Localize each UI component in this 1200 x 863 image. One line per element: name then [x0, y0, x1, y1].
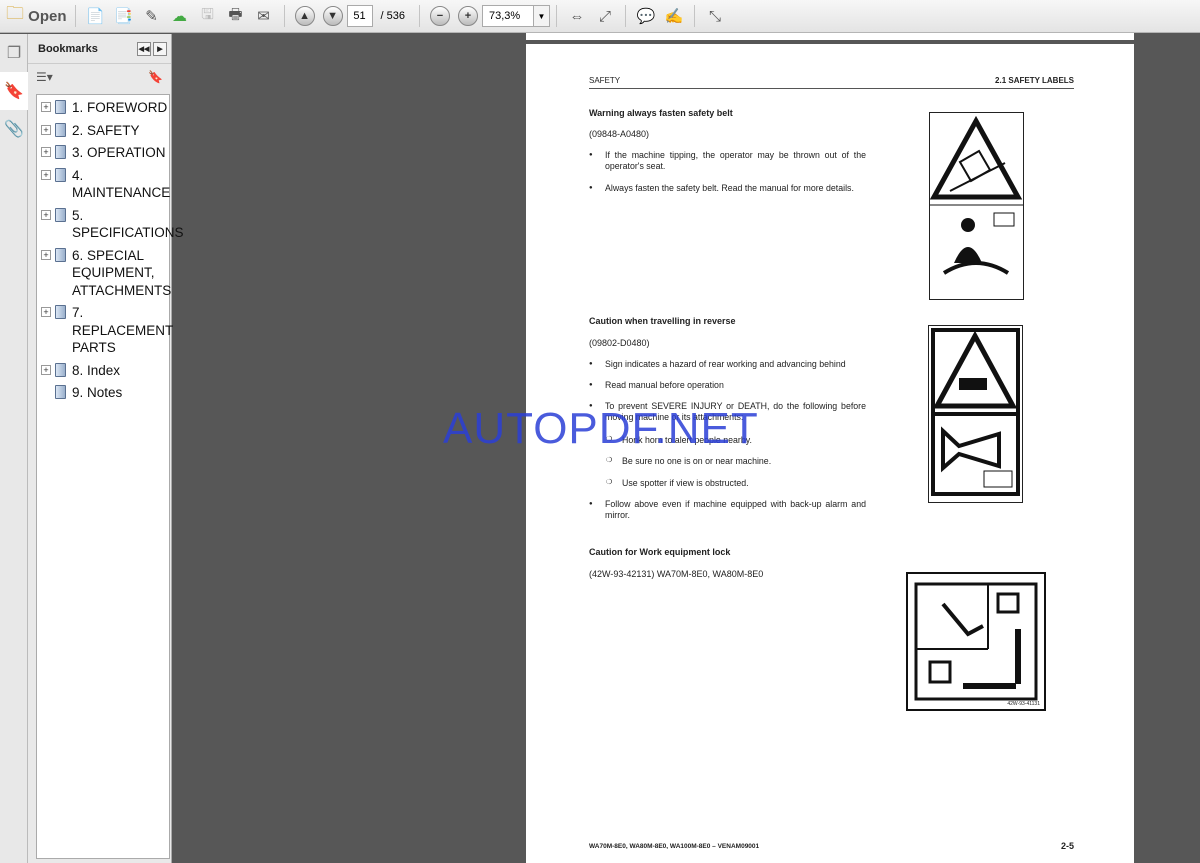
- section-title: Caution when travelling in reverse: [589, 316, 736, 326]
- upload-cloud-icon[interactable]: ☁: [168, 3, 192, 29]
- attachment-icon[interactable]: 📎: [0, 110, 28, 148]
- bookmark-icon: [55, 145, 66, 159]
- bookmark-label: 4. MAINTENANCE: [72, 167, 171, 201]
- previous-page-edge: [526, 33, 1134, 40]
- bookmark-item[interactable]: 9. Notes: [37, 384, 169, 402]
- zoom-out-button[interactable]: −: [428, 3, 452, 29]
- print-icon[interactable]: 🖶: [224, 3, 248, 29]
- minus-icon: −: [429, 6, 450, 26]
- sub-bullet: Use spotter if view is obstructed.: [606, 478, 749, 488]
- bullet: Always fasten the safety belt. Read the …: [589, 183, 866, 194]
- label-code: (09848-A0480): [589, 129, 650, 139]
- zoom-in-button[interactable]: +: [456, 3, 480, 29]
- expand-panel-icon[interactable]: ▶: [153, 41, 167, 56]
- open-button[interactable]: 🗀 Open: [6, 3, 67, 29]
- bookmark-tree: +1. FOREWORD +2. SAFETY +3. OPERATION +4. M…: [36, 94, 184, 859]
- footer-model: WA70M-8E0, WA80M-8E0, WA100M-8E0 – VENAM…: [589, 843, 760, 850]
- email-icon[interactable]: ✉: [252, 3, 276, 29]
- combine-icon[interactable]: 📑: [112, 3, 136, 29]
- arrow-up-icon: ▲: [294, 6, 315, 26]
- reverse-travel-safety-label: [928, 325, 1023, 503]
- bookmark-label: 6. SPECIAL EQUIPMENT, ATTACHMENTS: [72, 247, 172, 298]
- comment-icon[interactable]: 💬: [634, 3, 658, 29]
- pages-icon[interactable]: ❐: [0, 34, 28, 72]
- section-title: Warning always fasten safety belt: [589, 108, 733, 118]
- expand-icon[interactable]: +: [41, 364, 51, 375]
- bullet: Follow above even if machine equipped wi…: [589, 499, 866, 521]
- bookmark-label: 8. Index: [72, 362, 121, 378]
- page-total: / 536: [380, 10, 405, 22]
- bookmark-label: 2. SAFETY: [72, 122, 140, 138]
- zoom-input[interactable]: 73,3%: [481, 5, 534, 27]
- expand-icon: [41, 387, 51, 397]
- expand-icon[interactable]: +: [41, 124, 51, 135]
- bookmark-icon: [55, 385, 66, 399]
- work-equipment-lock-label: 42W-93-41131: [906, 572, 1046, 711]
- bookmark-icon: [55, 207, 66, 222]
- label-part-code: 42W-93-41131: [1007, 701, 1040, 707]
- bookmark-item[interactable]: +8. Index: [37, 362, 169, 380]
- bookmark-icon: [55, 100, 66, 114]
- page-header: SAFETY 2.1 SAFETY LABELS: [589, 76, 1074, 89]
- plus-icon: +: [457, 6, 478, 26]
- bookmark-label: 3. OPERATION: [72, 145, 166, 160]
- navigation-pane: ❐ 🔖 📎: [0, 34, 28, 863]
- collapse-panel-icon[interactable]: ◀◀: [137, 41, 151, 56]
- bookmark-label: 5. SPECIFICATIONS: [72, 207, 184, 241]
- fit-width-icon[interactable]: ⇔: [565, 3, 589, 29]
- bookmark-item[interactable]: +3. OPERATION: [37, 144, 169, 162]
- expand-icon[interactable]: +: [41, 102, 51, 112]
- section-title: Caution for Work equipment lock: [589, 547, 731, 557]
- expand-icon[interactable]: +: [41, 307, 51, 317]
- label-code: (42W-93-42131) WA70M-8E0, WA80M-8E0: [589, 569, 764, 579]
- bookmarks-title: Bookmarks: [38, 42, 98, 55]
- save-icon[interactable]: 🖫: [196, 3, 220, 29]
- bookmark-icon: [55, 305, 66, 319]
- toolbar: 🗀 Open 📄 📑 ✎ ☁ 🖫 🖶 ✉ ▲ ▼ 51 / 536 − + 73…: [0, 0, 1200, 33]
- seat-belt-safety-label: [929, 112, 1024, 300]
- edit-icon[interactable]: ✎: [140, 3, 164, 29]
- label-code: (09802-D0480): [589, 338, 650, 348]
- bookmark-item[interactable]: +6. SPECIAL EQUIPMENT, ATTACHMENTS: [37, 247, 172, 300]
- expand-icon[interactable]: +: [41, 249, 51, 260]
- create-pdf-icon[interactable]: 📄: [84, 3, 108, 29]
- chevron-down-icon[interactable]: ▼: [533, 5, 550, 27]
- folder-icon: 🗀: [6, 3, 24, 23]
- bullet: Sign indicates a hazard of rear working …: [589, 359, 866, 370]
- bookmark-label: 7. REPLACEMENT PARTS: [72, 305, 174, 355]
- page-number: 2-5: [1060, 841, 1074, 851]
- sub-bullet: Be sure no one is on or near machine.: [606, 456, 771, 466]
- bookmark-item[interactable]: +2. SAFETY: [37, 122, 169, 140]
- bullet: If the machine tipping, the operator may…: [589, 150, 866, 172]
- highlight-icon[interactable]: ✍: [662, 3, 686, 29]
- bookmark-item[interactable]: +5. SPECIFICATIONS: [37, 207, 184, 242]
- bookmarks-panel: Bookmarks ◀◀ ▶ ☰▾ 🔖 +1. FOREWORD +2. SAFETY…: [28, 34, 184, 863]
- expand-icon[interactable]: +: [41, 147, 51, 157]
- bookmark-label: 9. Notes: [72, 385, 123, 400]
- fit-page-icon[interactable]: ⤢: [593, 3, 617, 29]
- page-number-input[interactable]: 51: [346, 5, 373, 27]
- bookmark-icon: [55, 122, 66, 137]
- bookmark-icon[interactable]: 🔖: [0, 72, 28, 110]
- expand-icon[interactable]: +: [41, 209, 51, 220]
- bookmark-item[interactable]: +7. REPLACEMENT PARTS: [37, 304, 173, 357]
- next-page-button[interactable]: ▼: [321, 3, 345, 29]
- bullet: Read manual before operation: [589, 380, 866, 391]
- fullscreen-icon[interactable]: ⤡: [703, 3, 727, 29]
- watermark: AUTOPDF.NET: [443, 404, 759, 453]
- bookmark-icon: [55, 362, 66, 377]
- bookmark-item[interactable]: +4. MAINTENANCE: [37, 167, 171, 202]
- prev-page-button[interactable]: ▲: [293, 3, 317, 29]
- bookmark-icon: [55, 167, 66, 182]
- bookmark-label: 1. FOREWORD: [72, 100, 168, 115]
- arrow-down-icon: ▼: [322, 6, 343, 26]
- bookmark-icon: [55, 247, 66, 262]
- options-menu-icon[interactable]: ☰▾: [36, 70, 53, 84]
- expand-icon[interactable]: +: [41, 169, 51, 180]
- bookmark-item[interactable]: +1. FOREWORD: [37, 99, 169, 117]
- new-bookmark-icon[interactable]: 🔖: [148, 70, 163, 84]
